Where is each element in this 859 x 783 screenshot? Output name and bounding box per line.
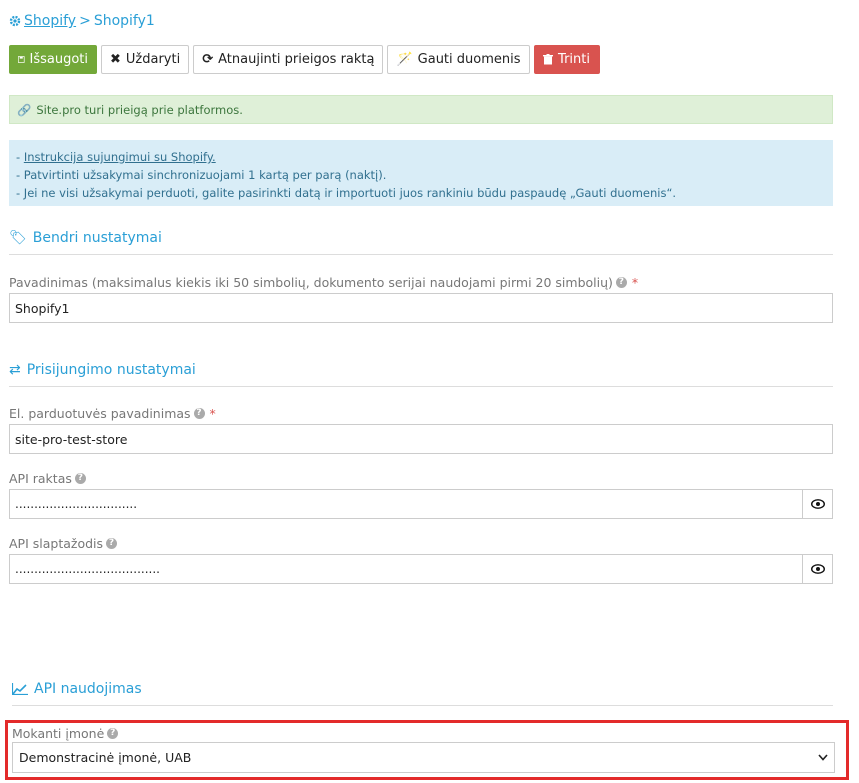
name-input[interactable]	[9, 293, 833, 323]
success-alert: 🔗 Site.pro turi prieigą prie platformos.	[9, 95, 833, 124]
login-settings-title: Prisijungimo nustatymai	[26, 362, 196, 378]
paying-company-label-text: Mokanti įmonė	[12, 726, 105, 741]
line-chart-icon	[12, 683, 28, 695]
store-name-input[interactable]	[9, 424, 833, 454]
delete-button[interactable]: Trinti	[533, 45, 600, 74]
refresh-icon: ⟳	[202, 52, 214, 67]
gear-icon	[9, 15, 21, 27]
name-label: Pavadinimas (maksimalus kiekis iki 50 si…	[9, 275, 638, 290]
api-key-label-text: API raktas	[9, 471, 72, 486]
api-key-label: API raktas ?	[9, 471, 86, 486]
api-usage-heading: API naudojimas	[12, 681, 833, 706]
required-marker: *	[209, 406, 216, 421]
paying-company-label: Mokanti įmonė ?	[12, 726, 119, 741]
help-icon[interactable]: ?	[107, 728, 119, 739]
api-key-group	[9, 489, 833, 519]
get-data-button[interactable]: 🪄 Gauti duomenis	[387, 45, 530, 74]
refresh-key-button[interactable]: ⟳ Atnaujinti prieigos raktą	[193, 45, 384, 74]
success-alert-text: Site.pro turi prieigą prie platformos.	[36, 102, 243, 117]
show-api-password-button[interactable]	[802, 554, 833, 584]
show-api-key-button[interactable]	[802, 489, 833, 519]
paying-company-value: Demonstracinė įmonė, UAB	[19, 750, 192, 765]
eye-icon	[810, 564, 825, 574]
api-password-label: API slaptažodis ?	[9, 536, 118, 551]
required-marker: *	[631, 275, 639, 290]
close-icon: ✖	[110, 52, 121, 67]
close-button[interactable]: ✖ Uždaryti	[101, 45, 190, 74]
chevron-down-icon	[818, 754, 828, 761]
help-icon[interactable]: ?	[74, 473, 86, 484]
close-button-label: Uždaryti	[125, 52, 181, 67]
breadcrumb-separator: >	[79, 13, 91, 29]
info-alert: - Instrukcija sujungimui su Shopify. - P…	[9, 140, 833, 206]
get-data-button-label: Gauti duomenis	[417, 52, 521, 67]
instruction-link[interactable]: Instrukcija sujungimui su Shopify.	[24, 150, 216, 164]
store-name-label-text: El. parduotuvės pavadinimas	[9, 406, 191, 421]
magic-wand-icon: 🪄	[396, 52, 413, 67]
general-settings-title: Bendri nustatymai	[32, 230, 162, 246]
api-usage-title: API naudojimas	[34, 681, 142, 697]
api-password-group	[9, 554, 833, 584]
floppy-icon	[18, 56, 25, 63]
breadcrumb-current: Shopify1	[93, 13, 155, 29]
delete-button-label: Trinti	[558, 52, 590, 67]
info-line-3: - Jei ne visi užsakymai perduoti, galite…	[16, 186, 677, 200]
link-icon: 🔗	[17, 102, 32, 117]
info-line-2: - Patvirtinti užsakymai sinchronizuojami…	[16, 168, 387, 182]
general-settings-heading: 🏷 Bendri nustatymai	[9, 230, 833, 255]
trash-icon	[543, 54, 554, 65]
tag-icon: 🏷	[9, 230, 27, 246]
exchange-icon: ⇄	[9, 362, 21, 378]
help-icon[interactable]: ?	[615, 277, 627, 288]
api-key-input[interactable]	[9, 489, 802, 519]
paying-company-select[interactable]: Demonstracinė įmonė, UAB	[12, 742, 835, 773]
help-icon[interactable]: ?	[193, 408, 205, 419]
name-label-text: Pavadinimas (maksimalus kiekis iki 50 si…	[9, 275, 613, 290]
info-line-1: - Instrukcija sujungimui su Shopify.	[16, 150, 216, 164]
eye-icon	[810, 499, 825, 509]
login-settings-heading: ⇄ Prisijungimo nustatymai	[9, 362, 833, 387]
refresh-key-button-label: Atnaujinti prieigos raktą	[218, 52, 375, 67]
save-button-label: Išsaugoti	[29, 52, 89, 67]
api-password-input[interactable]	[9, 554, 802, 584]
save-button[interactable]: Išsaugoti	[9, 45, 97, 74]
api-password-label-text: API slaptažodis	[9, 536, 104, 551]
toolbar: Išsaugoti ✖ Uždaryti ⟳ Atnaujinti prieig…	[9, 45, 600, 74]
breadcrumb-shopify-link[interactable]: Shopify	[24, 13, 76, 29]
store-name-label: El. parduotuvės pavadinimas ? *	[9, 406, 216, 421]
breadcrumb: Shopify > Shopify1	[9, 13, 155, 29]
help-icon[interactable]: ?	[106, 538, 118, 549]
